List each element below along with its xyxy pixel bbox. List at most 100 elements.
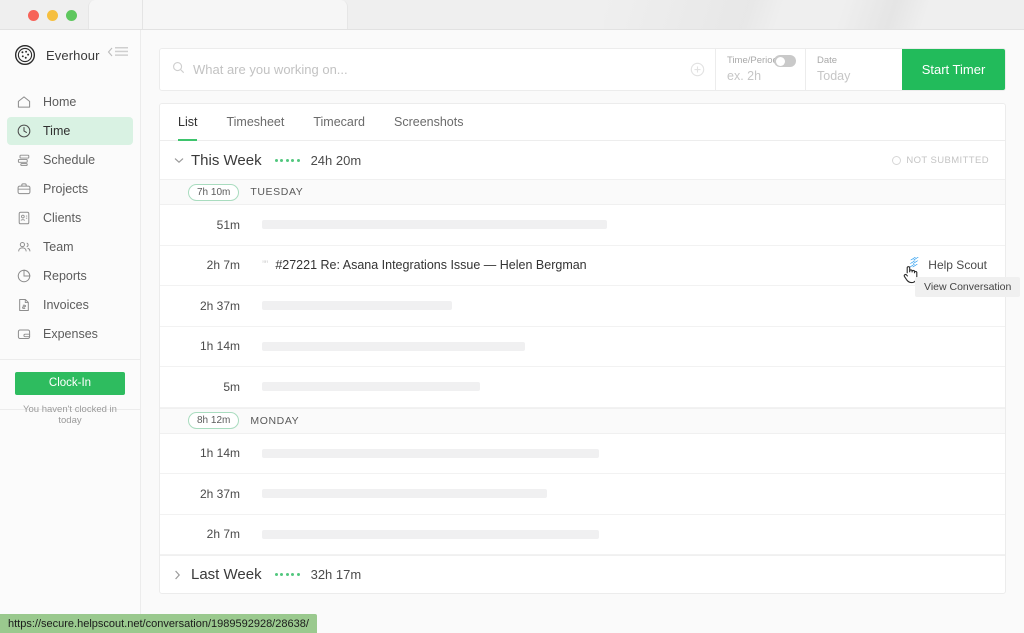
date-value: Today [817,69,902,83]
search-input[interactable] [193,62,690,77]
group-progress-dots [275,573,300,576]
entry-placeholder-bar [262,530,599,539]
entry-placeholder-bar [262,342,525,351]
search-icon [172,61,185,79]
sidebar-item-schedule[interactable]: Schedule [7,146,133,174]
start-timer-button[interactable]: Start Timer [902,49,1005,90]
clock-in-note: You haven't clocked in today [15,404,125,426]
tab-timecard[interactable]: Timecard [313,104,365,140]
schedule-icon [16,152,32,168]
entry-placeholder-bar [262,220,607,229]
entry-body [262,489,987,498]
helpscout-integration-link[interactable]: Help Scout [908,256,987,274]
group-header-this-week[interactable]: This Week 24h 20m NOT SUBMITTED [160,141,1005,179]
sidebar-item-projects[interactable]: Projects [7,175,133,203]
clock-icon [16,123,32,139]
id-card-icon [16,210,32,226]
time-period-toggle[interactable] [774,55,796,67]
day-total-badge: 8h 12m [188,412,239,429]
brand: Everhour [0,30,140,80]
plus-circle-icon[interactable] [690,62,705,77]
day-name: MONDAY [250,415,299,427]
clock-in-section: Clock-In You haven't clocked in today [0,372,140,426]
table-row[interactable]: 2h 37m [160,474,1005,515]
sidebar-item-team[interactable]: Team [7,233,133,261]
everhour-logo-icon [14,44,36,66]
sidebar-item-home[interactable]: Home [7,88,133,116]
invoice-icon [16,297,32,313]
sidebar: Everhour Home Time [0,30,141,633]
day-total-badge: 7h 10m [188,184,239,201]
group-progress-dots [275,159,300,162]
entry-title: #27221 Re: Asana Integrations Issue — He… [275,258,586,272]
entry-placeholder-bar [262,382,480,391]
group-total: 32h 17m [311,567,362,582]
table-row[interactable]: 5m [160,367,1005,408]
entry-duration: 51m [160,218,240,232]
time-period-value: ex. 2h [727,69,805,83]
entry-body [262,449,987,458]
browser-status-bar: https://secure.helpscout.net/conversatio… [0,614,317,633]
entry-body [262,382,987,391]
briefcase-icon [16,181,32,197]
entry-placeholder-bar [262,301,452,310]
table-row[interactable]: 2h 37m [160,286,1005,327]
group-header-last-week[interactable]: Last Week 32h 17m [160,555,1005,593]
table-row[interactable]: 2h 7m [160,515,1005,556]
timer-search-area [160,49,715,90]
date-field[interactable]: Date Today [805,49,902,90]
close-window-button[interactable] [28,10,39,21]
table-row[interactable]: 2h 7m ”” #27221 Re: Asana Integrations I… [160,246,1005,287]
chevron-down-icon[interactable] [174,157,185,164]
sidebar-divider [0,359,140,360]
clock-in-button[interactable]: Clock-In [15,372,125,395]
tab-list[interactable]: List [178,104,197,140]
quote-icon: ”” [262,259,267,271]
home-icon [16,94,32,110]
table-row[interactable]: 51m [160,205,1005,246]
sidebar-item-label: Invoices [43,298,89,312]
chevron-right-icon[interactable] [174,570,185,580]
status-circle-icon [892,156,901,165]
people-icon [16,239,32,255]
time-period-field[interactable]: Time/Period ex. 2h [715,49,805,90]
minimize-window-button[interactable] [47,10,58,21]
time-entries-card: List Timesheet Timecard Screenshots This… [159,103,1006,594]
entry-duration: 5m [160,380,240,394]
timer-bar: Time/Period ex. 2h Date Today Start Time… [159,48,1006,91]
entry-body [262,342,987,351]
entry-duration: 2h 37m [160,487,240,501]
sidebar-item-label: Projects [43,182,88,196]
table-row[interactable]: 1h 14m [160,434,1005,475]
main-content: Time/Period ex. 2h Date Today Start Time… [141,30,1024,633]
tab-screenshots[interactable]: Screenshots [394,104,463,140]
group-title: This Week [191,152,262,169]
entry-duration: 2h 7m [160,527,240,541]
sidebar-item-label: Home [43,95,76,109]
day-header-tuesday: 7h 10m TUESDAY [160,179,1005,205]
sidebar-item-label: Schedule [43,153,95,167]
browser-tab[interactable] [88,0,348,30]
entry-duration: 2h 7m [160,258,240,272]
helpscout-logo-icon [908,256,921,274]
pie-chart-icon [16,268,32,284]
entry-placeholder-bar [262,449,599,458]
status-badge[interactable]: NOT SUBMITTED [892,155,989,166]
sidebar-item-clients[interactable]: Clients [7,204,133,232]
collapse-menu-icon[interactable] [107,46,128,57]
table-row[interactable]: 1h 14m [160,327,1005,368]
browser-chrome [0,0,1024,30]
entry-body [262,301,987,310]
maximize-window-button[interactable] [66,10,77,21]
sidebar-item-reports[interactable]: Reports [7,262,133,290]
brand-name: Everhour [46,48,100,63]
entry-duration: 1h 14m [160,339,240,353]
day-header-monday: 8h 12m MONDAY [160,408,1005,434]
sidebar-item-invoices[interactable]: Invoices [7,291,133,319]
sidebar-item-time[interactable]: Time [7,117,133,145]
tab-timesheet[interactable]: Timesheet [226,104,284,140]
wallet-icon [16,326,32,342]
app-window: Everhour Home Time [0,0,1024,633]
sidebar-item-expenses[interactable]: Expenses [7,320,133,348]
entry-body [262,220,987,229]
